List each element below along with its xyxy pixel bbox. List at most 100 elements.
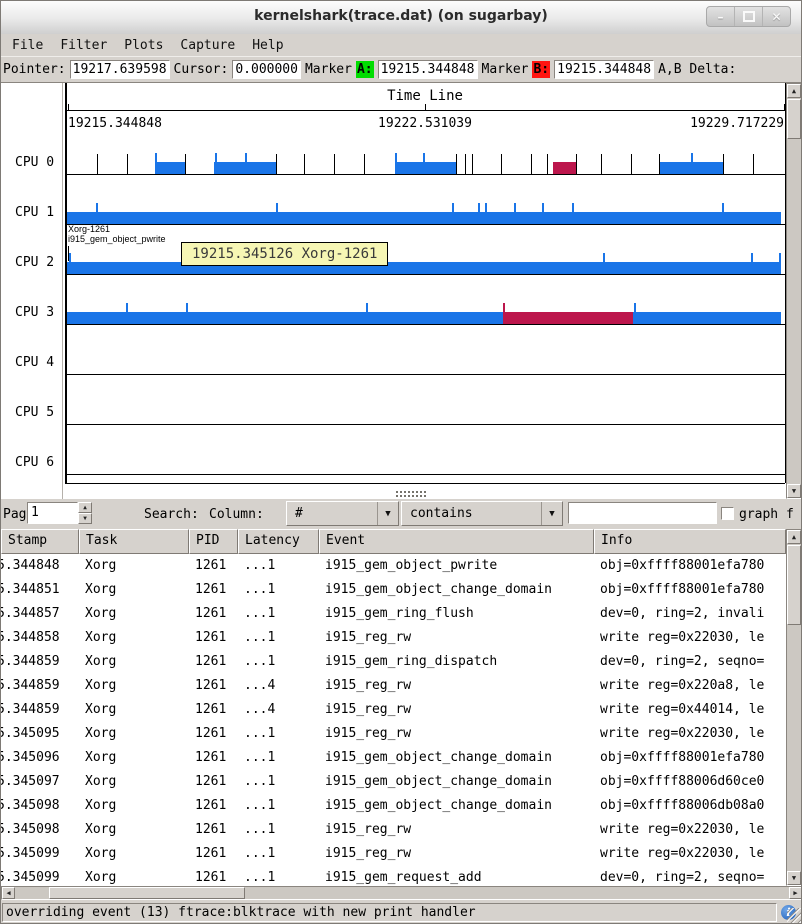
- table-row[interactable]: 5.344859Xorg1261...4i915_reg_rwwrite reg…: [1, 698, 786, 722]
- match-type-select[interactable]: contains ▼: [401, 501, 563, 526]
- chevron-down-icon: ▼: [541, 502, 562, 525]
- column-header-pid[interactable]: PID: [189, 529, 238, 554]
- scroll-up-icon[interactable]: ▲: [787, 530, 801, 544]
- event-tick-blue: [215, 153, 217, 162]
- cell-event: i915_gem_ring_flush: [319, 602, 594, 626]
- marker-a-value: 19215.344848: [378, 60, 478, 79]
- cell-event: i915_reg_rw: [319, 626, 594, 650]
- menu-item-help[interactable]: Help: [245, 36, 290, 55]
- page-spinbox[interactable]: 1: [27, 502, 78, 524]
- event-tick-blue: [395, 153, 397, 162]
- marker-a-chip[interactable]: A:: [356, 61, 374, 78]
- table-row[interactable]: 5.344857Xorg1261...1i915_gem_ring_flushd…: [1, 602, 786, 626]
- hover-event-marker: [68, 246, 69, 261]
- timeline-panel[interactable]: Time Line Xorg-1261i915_gem_object_pwrit…: [1, 82, 802, 499]
- event-tick-blue: [722, 203, 724, 212]
- table-row[interactable]: 5.345098Xorg1261...1i915_gem_object_chan…: [1, 794, 786, 818]
- cell-latency: ...1: [238, 746, 319, 770]
- table-row[interactable]: 5.345097Xorg1261...1i915_gem_object_chan…: [1, 770, 786, 794]
- cell-event: i915_gem_object_change_domain: [319, 794, 594, 818]
- timeline-bar-red: [503, 312, 633, 324]
- event-table-body: 5.344848Xorg1261...1i915_gem_object_pwri…: [1, 554, 786, 886]
- menu-item-capture[interactable]: Capture: [173, 36, 242, 55]
- marker-b-chip[interactable]: B:: [532, 61, 550, 78]
- timeline-y-axis: [65, 83, 67, 483]
- spin-up-icon[interactable]: ▲: [78, 502, 92, 513]
- column-select[interactable]: # ▼: [286, 501, 399, 526]
- table-row[interactable]: 5.344858Xorg1261...1i915_reg_rwwrite reg…: [1, 626, 786, 650]
- page-spin-buttons[interactable]: ▲ ▼: [78, 502, 92, 524]
- column-header-latency[interactable]: Latency: [238, 529, 319, 554]
- pane-resize-grip[interactable]: [395, 490, 427, 497]
- menu-item-filter[interactable]: Filter: [53, 36, 114, 55]
- table-row[interactable]: 5.344848Xorg1261...1i915_gem_object_pwri…: [1, 554, 786, 578]
- cell-info: write reg=0x44014, le: [594, 698, 786, 722]
- search-input[interactable]: [568, 502, 717, 524]
- scroll-left-icon[interactable]: ◀: [2, 887, 15, 899]
- table-row[interactable]: 5.344851Xorg1261...1i915_gem_object_chan…: [1, 578, 786, 602]
- minimize-button[interactable]: –: [707, 7, 734, 26]
- event-tick: [501, 154, 502, 174]
- event-tick: [753, 154, 754, 174]
- table-row[interactable]: 5.345095Xorg1261...1i915_reg_rwwrite reg…: [1, 722, 786, 746]
- event-tick-blue: [452, 203, 454, 212]
- scroll-up-icon[interactable]: ▲: [787, 84, 801, 98]
- cell-event: i915_reg_rw: [319, 818, 594, 842]
- table-hscroll-thumb[interactable]: [49, 887, 245, 899]
- table-row[interactable]: 5.345099Xorg1261...1i915_gem_request_add…: [1, 866, 786, 886]
- chevron-down-icon: ▼: [377, 502, 398, 525]
- event-tick-blue: [751, 253, 753, 262]
- cpu-row-baseline: [65, 374, 785, 375]
- cell-pid: 1261: [189, 842, 238, 866]
- cell-info: write reg=0x22030, le: [594, 842, 786, 866]
- table-vscrollbar[interactable]: ▲ ▼: [786, 529, 802, 886]
- scroll-right-icon[interactable]: ▶: [789, 887, 802, 899]
- cell-task: Xorg: [79, 674, 189, 698]
- cell-info: obj=0xffff88006d60ce0: [594, 770, 786, 794]
- maximize-button[interactable]: [734, 7, 762, 26]
- table-row[interactable]: 5.345099Xorg1261...1i915_reg_rwwrite reg…: [1, 842, 786, 866]
- cell-task: Xorg: [79, 746, 189, 770]
- table-row[interactable]: 5.344859Xorg1261...1i915_gem_ring_dispat…: [1, 650, 786, 674]
- event-tick-blue: [485, 203, 487, 212]
- event-tick-blue: [542, 203, 544, 212]
- table-vscroll-thumb[interactable]: [787, 545, 801, 625]
- axis-tick-mark: [68, 104, 69, 110]
- cell-pid: 1261: [189, 794, 238, 818]
- column-label: Column:: [209, 507, 264, 522]
- column-header-info[interactable]: Info: [594, 529, 786, 554]
- window-resize-grip[interactable]: [787, 908, 801, 924]
- cell-latency: ...1: [238, 722, 319, 746]
- column-header-stamp[interactable]: Stamp: [1, 529, 79, 554]
- pointer-label: Pointer:: [3, 62, 66, 77]
- scroll-down-icon[interactable]: ▼: [787, 484, 801, 498]
- scroll-down-icon[interactable]: ▼: [787, 871, 801, 885]
- table-hscrollbar[interactable]: ◀ ▶: [1, 886, 802, 900]
- event-tick-blue: [245, 153, 247, 162]
- table-row[interactable]: 5.345098Xorg1261...1i915_reg_rwwrite reg…: [1, 818, 786, 842]
- cell-stamp: 5.345099: [1, 866, 79, 886]
- event-tick-blue: [634, 303, 636, 312]
- cell-task: Xorg: [79, 842, 189, 866]
- menubar: FileFilterPlotsCaptureHelp: [1, 34, 801, 56]
- timeline-vscroll-thumb[interactable]: [787, 99, 801, 139]
- menu-item-file[interactable]: File: [5, 36, 50, 55]
- table-row[interactable]: 5.344859Xorg1261...4i915_reg_rwwrite reg…: [1, 674, 786, 698]
- timeline-vscrollbar[interactable]: ▲ ▼: [786, 83, 802, 499]
- cell-stamp: 5.344858: [1, 626, 79, 650]
- event-tick-blue: [276, 203, 278, 212]
- menu-item-plots[interactable]: Plots: [117, 36, 170, 55]
- cell-info: write reg=0x22030, le: [594, 626, 786, 650]
- spin-down-icon[interactable]: ▼: [78, 513, 92, 524]
- table-row[interactable]: 5.345096Xorg1261...1i915_gem_object_chan…: [1, 746, 786, 770]
- axis-tick-label: 19215.344848: [68, 116, 162, 131]
- cell-pid: 1261: [189, 578, 238, 602]
- cell-task: Xorg: [79, 650, 189, 674]
- column-header-task[interactable]: Task: [79, 529, 189, 554]
- cpu-row-baseline: [65, 174, 785, 175]
- column-header-event[interactable]: Event: [319, 529, 594, 554]
- close-button[interactable]: ✕: [762, 7, 790, 26]
- graph-follows-checkbox[interactable]: [721, 507, 734, 520]
- cell-event: i915_gem_ring_dispatch: [319, 650, 594, 674]
- cell-task: Xorg: [79, 626, 189, 650]
